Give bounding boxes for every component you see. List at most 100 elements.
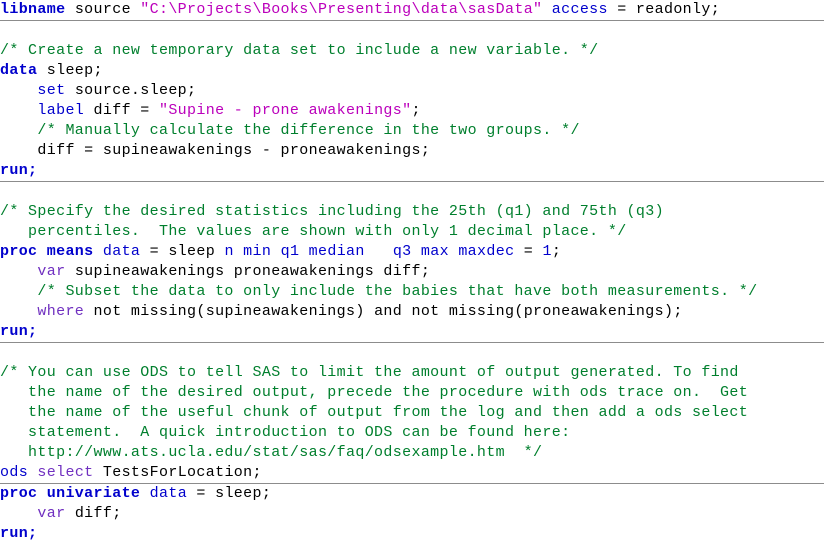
code-token-kw: run; [0, 162, 38, 179]
code-token-cmt: /* Specify the desired statistics includ… [0, 203, 664, 220]
code-line[interactable]: the name of the useful chunk of output f… [0, 403, 824, 423]
code-line[interactable]: run; [0, 524, 824, 544]
code-token-cmt: /* You can use ODS to tell SAS to limit … [0, 364, 739, 381]
code-line[interactable]: libname source "C:\Projects\Books\Presen… [0, 0, 824, 21]
code-token-kw2: min [243, 243, 272, 260]
code-token-kw2: q3 [392, 243, 412, 260]
code-token-kw: run; [0, 525, 38, 542]
code-token-kw: proc univariate [0, 485, 141, 502]
code-line[interactable]: proc univariate data = sleep; [0, 484, 824, 504]
code-line[interactable]: the name of the desired output, precede … [0, 383, 824, 403]
code-token-kw2: data [149, 485, 188, 502]
code-line[interactable]: /* You can use ODS to tell SAS to limit … [0, 363, 824, 383]
code-token-opt: var [37, 263, 66, 280]
code-line[interactable]: label diff = "Supine - prone awakenings"… [0, 101, 824, 121]
code-token-kw: run; [0, 323, 38, 340]
code-line[interactable] [0, 182, 824, 202]
code-token-plain: source.sleep; [65, 82, 197, 99]
code-token-plain: = sleep [140, 243, 225, 260]
code-token-cmt: statement. A quick introduction to ODS c… [0, 424, 571, 441]
code-editor-pane[interactable]: libname source "C:\Projects\Books\Presen… [0, 0, 824, 542]
code-token-plain: = [514, 243, 543, 260]
code-token-kw: proc means [0, 243, 94, 260]
code-line[interactable]: data sleep; [0, 61, 824, 81]
code-token-kw: data [0, 62, 38, 79]
code-token-plain: diff; [65, 505, 122, 522]
code-token-plain: = readonly; [607, 1, 721, 18]
code-token-opt: where [37, 303, 85, 320]
code-line[interactable] [0, 343, 824, 363]
code-token-plain: supineawakenings proneawakenings diff; [65, 263, 431, 280]
code-line[interactable]: run; [0, 161, 824, 182]
code-line[interactable]: run; [0, 322, 824, 343]
code-line[interactable]: proc means data = sleep n min q1 median … [0, 242, 824, 262]
code-token-kw2: access [551, 1, 608, 18]
code-token-kw2: q1 [280, 243, 300, 260]
code-line[interactable]: where not missing(supineawakenings) and … [0, 302, 824, 322]
code-token-kw2: maxdec [458, 243, 515, 260]
code-token-cmt: /* Subset the data to only include the b… [37, 283, 758, 300]
code-token-cmt: http://www.ats.ucla.edu/stat/sas/faq/ods… [0, 444, 543, 461]
code-token-plain: ; [551, 243, 562, 260]
code-token-cmt: /* Create a new temporary data set to in… [0, 42, 599, 59]
code-token-kw2: set [37, 82, 66, 99]
code-token-opt: select [37, 464, 94, 481]
code-token-plain: not missing(supineawakenings) and not mi… [84, 303, 683, 320]
code-token-cmt: the name of the desired output, precede … [0, 384, 749, 401]
code-token-kw2: ods [0, 464, 29, 481]
code-line[interactable]: set source.sleep; [0, 81, 824, 101]
code-line[interactable]: statement. A quick introduction to ODS c… [0, 423, 824, 443]
code-token-kw2: max [420, 243, 449, 260]
code-token-kw2: n [224, 243, 234, 260]
code-token-str: "Supine - prone awakenings" [158, 102, 412, 119]
code-token-kw2: median [308, 243, 365, 260]
code-token-opt: var [37, 505, 66, 522]
code-line[interactable]: var diff; [0, 504, 824, 524]
code-token-str: "C:\Projects\Books\Presenting\data\sasDa… [140, 1, 543, 18]
code-token-plain: = sleep; [187, 485, 272, 502]
code-line[interactable]: ods select TestsForLocation; [0, 463, 824, 484]
code-line[interactable]: /* Manually calculate the difference in … [0, 121, 824, 141]
code-line[interactable]: http://www.ats.ucla.edu/stat/sas/faq/ods… [0, 443, 824, 463]
code-token-plain: source [65, 1, 141, 18]
code-line[interactable]: percentiles. The values are shown with o… [0, 222, 824, 242]
code-line[interactable] [0, 21, 824, 41]
code-token-kw: libname [0, 1, 66, 18]
code-token-cmt: /* Manually calculate the difference in … [37, 122, 580, 139]
code-line[interactable]: var supineawakenings proneawakenings dif… [0, 262, 824, 282]
code-token-plain: TestsForLocation; [93, 464, 262, 481]
code-token-plain: diff = supineawakenings - proneawakening… [0, 142, 431, 159]
code-token-num: 1 [542, 243, 552, 260]
code-line[interactable]: diff = supineawakenings - proneawakening… [0, 141, 824, 161]
code-token-plain: ; [411, 102, 421, 119]
code-token-cmt: percentiles. The values are shown with o… [0, 223, 627, 240]
code-token-plain: diff = [84, 102, 159, 119]
code-line-list: libname source "C:\Projects\Books\Presen… [0, 0, 824, 544]
code-line[interactable]: /* Specify the desired statistics includ… [0, 202, 824, 222]
code-line[interactable]: /* Subset the data to only include the b… [0, 282, 824, 302]
code-token-kw2: data [102, 243, 141, 260]
code-token-plain: sleep; [37, 62, 103, 79]
code-token-cmt: the name of the useful chunk of output f… [0, 404, 749, 421]
code-line[interactable]: /* Create a new temporary data set to in… [0, 41, 824, 61]
code-token-kw2: label [37, 102, 85, 119]
